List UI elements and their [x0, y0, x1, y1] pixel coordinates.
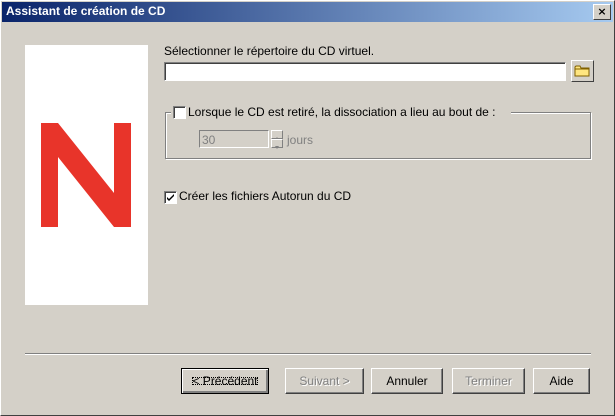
autorun-checkbox[interactable] [164, 191, 177, 204]
spin-up-button[interactable] [271, 130, 283, 140]
directory-label: Sélectionner le répertoire du CD virtuel… [164, 44, 375, 58]
logo-panel [25, 45, 148, 305]
cancel-button[interactable]: Annuler [371, 368, 443, 394]
button-separator [25, 353, 591, 355]
title-bar[interactable]: Assistant de création de CD × [2, 2, 613, 22]
window-title: Assistant de création de CD [6, 4, 166, 18]
arrow-down-icon [275, 146, 279, 149]
dissociation-text: Lorsque le CD est retiré, la dissociatio… [188, 105, 496, 119]
close-button[interactable]: × [593, 4, 611, 20]
days-input[interactable]: 30 [199, 130, 269, 148]
browse-button[interactable] [571, 60, 594, 82]
previous-label: < Précédent [188, 373, 261, 389]
folder-icon [574, 65, 590, 77]
days-unit-label: jours [287, 133, 314, 147]
finish-button[interactable]: Terminer [452, 368, 525, 394]
wizard-window: Assistant de création de CD × Sélectionn… [0, 0, 615, 416]
checkmark-icon [167, 194, 174, 201]
autorun-label: Créer les fichiers Autorun du CD [179, 189, 352, 203]
directory-input[interactable] [164, 62, 566, 81]
novell-n-logo [41, 123, 131, 227]
dissociation-checkbox-box[interactable] [173, 106, 186, 119]
next-button[interactable]: Suivant > [285, 368, 364, 394]
spin-down-button[interactable] [271, 139, 283, 149]
help-button[interactable]: Aide [533, 368, 590, 394]
previous-button[interactable]: < Précédent [181, 368, 269, 394]
